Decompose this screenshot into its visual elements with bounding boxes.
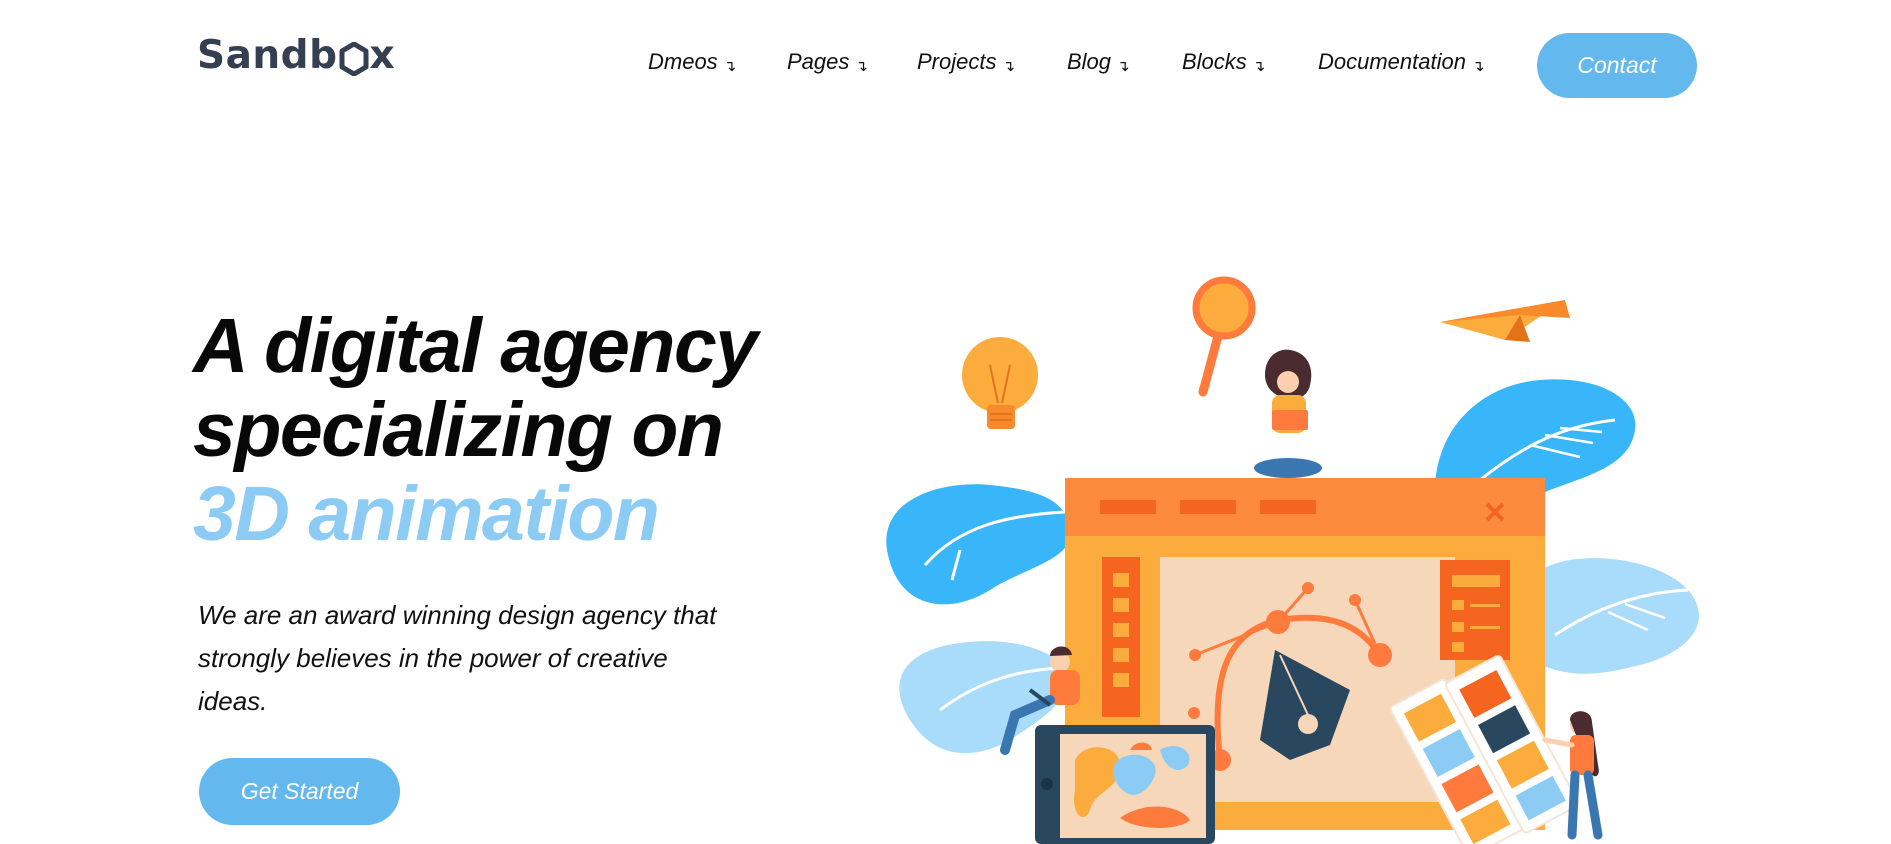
hero-headline-line: A digital agency [193, 303, 758, 389]
nav-item-blocks[interactable]: Blocks ↴ [1182, 49, 1265, 75]
hero-lead-text: We are an award winning design agency th… [198, 600, 717, 716]
logo-hexagon-icon [339, 41, 369, 76]
chevron-down-icon: ↴ [1002, 58, 1016, 75]
person-on-window-icon [1254, 349, 1322, 478]
nav-item-label: Blocks [1182, 49, 1247, 74]
hero-headline-line: specializing on [193, 387, 724, 473]
leaf-left-top-icon [886, 484, 1070, 605]
nav-item-label: Projects [917, 49, 997, 74]
nav-item-demos[interactable]: Dmeos ↴ [648, 49, 736, 75]
nav-item-label: Pages [787, 49, 850, 74]
magnifier-icon [1192, 276, 1256, 397]
get-started-button[interactable]: Get Started [199, 758, 400, 825]
logo[interactable]: Sandb x [197, 33, 396, 78]
nav-item-pages[interactable]: Pages ↴ [787, 49, 868, 75]
chevron-down-icon: ↴ [1117, 58, 1130, 75]
nav-item-label: Dmeos [648, 49, 718, 74]
chevron-down-icon: ↴ [723, 58, 737, 75]
hero-headline-accent: 3D animation [193, 471, 660, 557]
tablet-icon [1035, 725, 1215, 844]
logo-text-start: Sandb [197, 33, 338, 78]
logo-text-end: x [369, 33, 396, 78]
chevron-down-icon: ↴ [855, 58, 868, 75]
contact-button[interactable]: Contact [1537, 33, 1697, 98]
light-bulb-icon [962, 337, 1038, 429]
nav-item-projects[interactable]: Projects ↴ [917, 49, 1015, 75]
nav-item-label: Documentation [1318, 49, 1466, 74]
nav-item-documentation[interactable]: Documentation ↴ [1318, 49, 1485, 75]
nav-item-label: Blog [1067, 49, 1112, 74]
nav-item-blog[interactable]: Blog ↴ [1067, 49, 1130, 75]
chevron-down-icon: ↴ [1252, 58, 1266, 75]
chevron-down-icon: ↴ [1471, 58, 1485, 75]
hero-illustration [886, 276, 1699, 844]
paper-plane-icon [1440, 300, 1570, 342]
hero-headline: A digital agency specializing on 3D anim… [193, 303, 758, 557]
